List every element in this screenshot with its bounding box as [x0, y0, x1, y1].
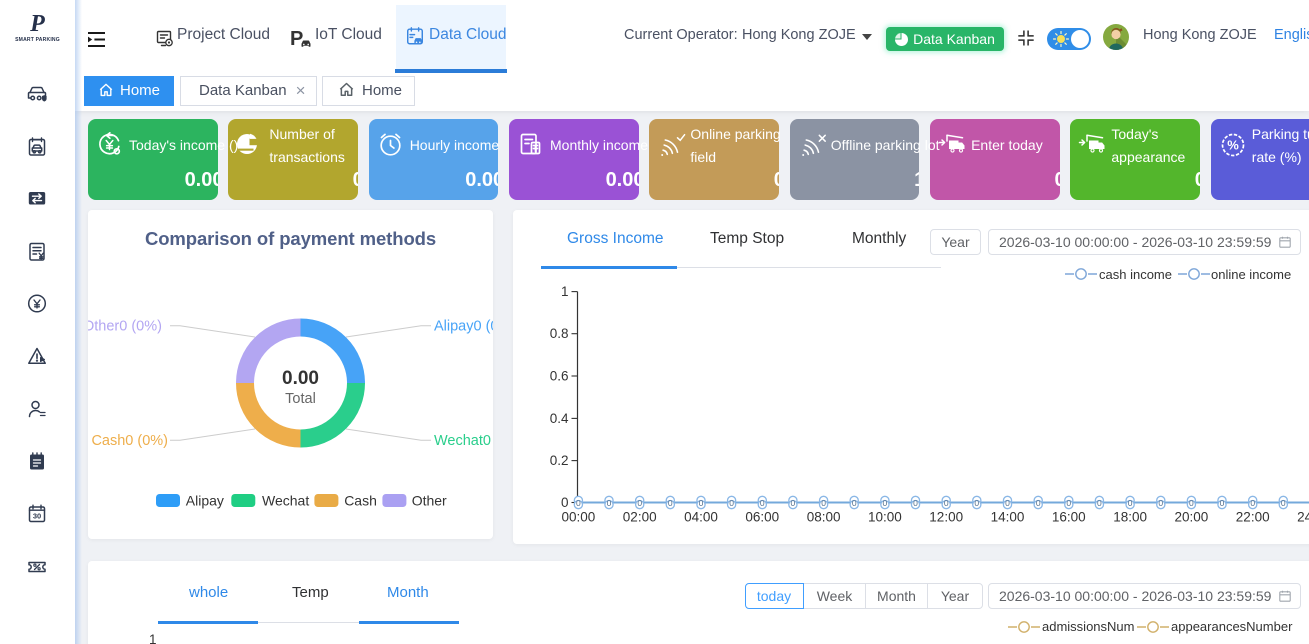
svg-text:30: 30: [33, 512, 41, 521]
svg-text:%: %: [1227, 138, 1239, 153]
svg-text:P: P: [290, 28, 303, 50]
